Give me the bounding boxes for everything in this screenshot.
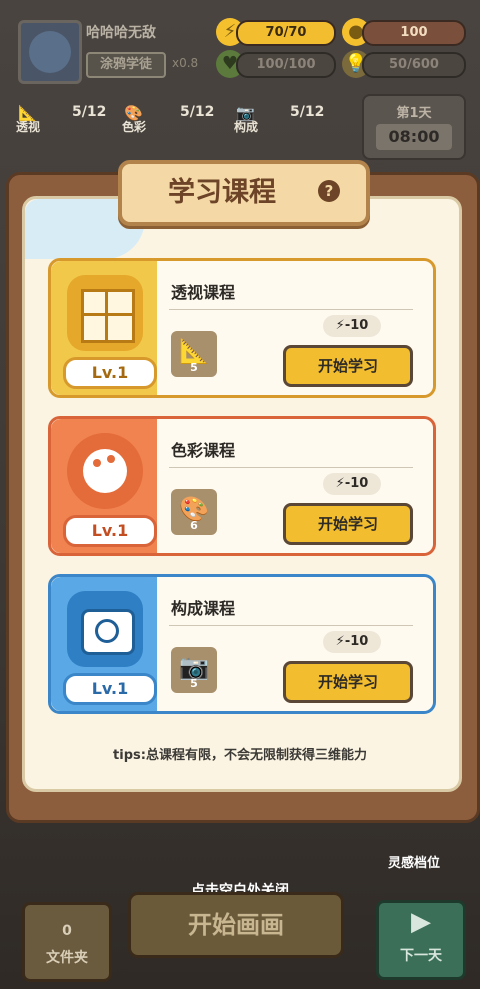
course-divider [169,625,413,626]
palette-brush-icon [67,433,143,509]
course-item: 📷 5 [171,647,217,693]
course-level: Lv.1 [63,515,157,547]
course-item-count: 5 [190,361,198,374]
skill-label-composition: 构成 [234,120,259,134]
start-painting-button[interactable]: 开始画画 [128,892,344,958]
player-multiplier: x0.8 [172,56,199,70]
course-item-count: 5 [190,677,198,690]
course-name: 透视课程 [171,283,236,302]
course-card-color: Lv.1 色彩课程 🎨 6 ⚡-10 开始学习 [48,416,436,556]
course-item-count: 6 [190,519,198,532]
folder-label: 文件夹 [46,950,88,966]
health-bar: 100/100 [236,52,336,78]
next-day-label: 下一天 [400,948,442,964]
dialog-title: 学习课程 [168,177,276,208]
skill-value-composition: 5/12 [290,104,325,120]
day-clock: 08:00 [376,124,452,150]
folder-count: 0 [62,923,72,939]
course-cost: ⚡-10 [323,631,381,653]
player-name: 哈哈哈无敌 [86,25,156,41]
course-card-composition: Lv.1 构成课程 📷 5 ⚡-10 开始学习 [48,574,436,714]
next-day-button[interactable]: ▶ 下一天 [376,900,466,980]
course-cost-value: -10 [344,476,369,491]
avatar-emblem [29,31,71,73]
skill-label-color: 色彩 [122,120,147,134]
course-item: 📐 5 [171,331,217,377]
inspiration-slot-label: 灵感档位 [388,856,441,871]
energy-bar: 70/70 [236,20,336,46]
day-label: 第1天 [396,106,432,121]
course-name: 色彩课程 [171,441,236,460]
course-cost-value: -10 [344,318,369,333]
skill-label-perspective: 透视 [16,120,41,134]
course-level: Lv.1 [63,357,157,389]
dialog-title-plate: 学习课程 ? [118,160,370,226]
avatar[interactable] [18,20,82,84]
coin-bar: 100 [362,20,466,46]
tips-text: tips:总课程有限，不会无限制获得三维能力 [113,748,367,763]
skill-value-color: 5/12 [180,104,215,120]
start-study-button[interactable]: 开始学习 [283,345,413,387]
idea-bar: 50/600 [362,52,466,78]
folder-button[interactable]: 0 文件夹 [22,902,112,982]
course-cost: ⚡-10 [323,315,381,337]
course-level: Lv.1 [63,673,157,705]
start-study-button[interactable]: 开始学习 [283,661,413,703]
start-study-button[interactable]: 开始学习 [283,503,413,545]
course-divider [169,309,413,310]
course-card-perspective: Lv.1 透视课程 📐 5 ⚡-10 开始学习 [48,258,436,398]
course-name: 构成课程 [171,599,236,618]
day-calendar: 第1天 08:00 [362,94,466,160]
skill-value-perspective: 5/12 [72,104,107,120]
play-icon: ▶ [411,907,431,937]
camera-frame-icon [67,591,143,667]
cube-icon [67,275,143,351]
player-title-badge: 涂鸦学徒 [86,52,166,78]
course-cost: ⚡-10 [323,473,381,495]
course-item: 🎨 6 [171,489,217,535]
course-divider [169,467,413,468]
help-icon[interactable]: ? [318,180,340,202]
course-cost-value: -10 [344,634,369,649]
